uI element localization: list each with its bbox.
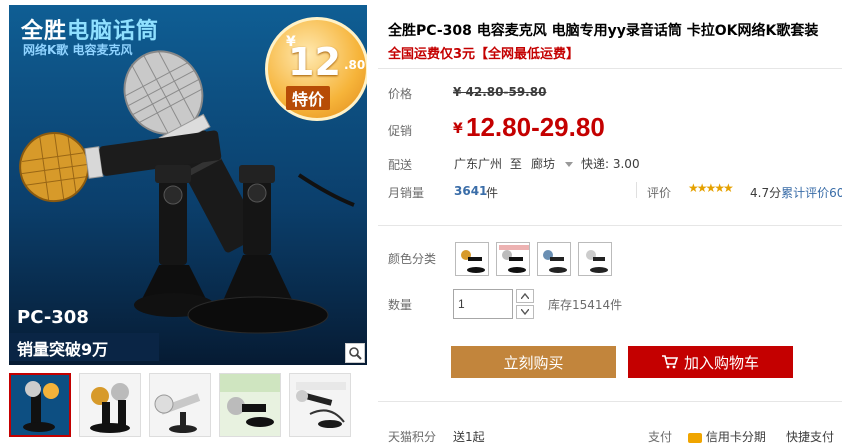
promo-currency: ¥ — [453, 121, 463, 137]
color-option-3[interactable] — [537, 242, 571, 276]
cart-icon — [661, 355, 678, 369]
quick-pay[interactable]: 快捷支付 — [786, 428, 834, 445]
thumbnail-strip — [9, 373, 351, 437]
review-label: 评价 — [647, 186, 672, 200]
monthly-sales-count: 3641 — [454, 184, 488, 198]
product-title: 全胜PC-308 电容麦克风 电脑专用yy录音话筒 卡拉OK网络K歌套装 — [388, 23, 819, 39]
thumbnail-5[interactable] — [289, 373, 351, 437]
original-price: ¥ 42.80-59.80 — [453, 85, 547, 99]
badge-tag: 特价 — [286, 86, 331, 110]
badge-price: 12 — [288, 40, 341, 84]
credit-installment[interactable]: 信用卡分期 — [688, 428, 766, 445]
main-product-image[interactable]: 全胜电脑话筒 网络K歌 电容麦克风 ¥ 12 .80 特价 PC-308 销量突… — [9, 5, 367, 365]
divider — [378, 401, 842, 402]
credit-installment-label: 信用卡分期 — [705, 430, 766, 444]
express-fee: 快递: 3.00 — [581, 157, 640, 171]
monthly-sales-unit: 件 — [486, 186, 499, 200]
ship-to-word: 至 — [509, 157, 522, 171]
color-label: 颜色分类 — [388, 252, 437, 266]
quantity-decrease-button[interactable] — [516, 305, 534, 319]
quantity-input[interactable] — [453, 289, 513, 319]
credit-card-icon — [688, 432, 702, 443]
rating-score: 4.7分 — [750, 186, 782, 200]
ship-from-text: 广东广州 — [454, 157, 503, 171]
shipping-label: 配送 — [388, 158, 413, 172]
chevron-down-icon — [564, 162, 573, 167]
color-option-1[interactable] — [455, 242, 489, 276]
quantity-label: 数量 — [388, 298, 413, 312]
color-swatches — [455, 242, 612, 276]
promo-label: 促销 — [388, 124, 413, 138]
model-label: PC-308 — [17, 307, 89, 328]
stock-count: 库存15414件 — [548, 298, 623, 312]
divider — [378, 68, 842, 69]
monthly-sales-label: 月销量 — [388, 186, 425, 200]
quantity-increase-button[interactable] — [516, 289, 534, 303]
color-option-4[interactable] — [578, 242, 612, 276]
color-option-2[interactable] — [496, 242, 530, 276]
thumbnail-4[interactable] — [219, 373, 281, 437]
price-label: 价格 — [388, 87, 413, 101]
thumbnail-1[interactable] — [9, 373, 71, 437]
badge-decimal: .80 — [344, 58, 366, 72]
points-label: 天猫积分 — [388, 430, 437, 444]
destination-text: 廊坊 — [531, 157, 556, 171]
promo-price: 12.80-29.80 — [466, 112, 605, 142]
product-page: 全胜电脑话筒 网络K歌 电容麦克风 ¥ 12 .80 特价 PC-308 销量突… — [0, 0, 842, 446]
divider — [378, 225, 842, 226]
points-value: 送1起 — [453, 430, 485, 444]
thumbnail-3[interactable] — [149, 373, 211, 437]
sales-banner: 销量突破9万 — [9, 333, 159, 361]
payment-label: 支付 — [648, 430, 673, 444]
rating-summary[interactable]: 4.7分累计评价60 — [750, 184, 842, 201]
ship-from: 广东广州 至 — [454, 155, 522, 172]
star-rating-icon: ★★★★★ — [688, 181, 734, 195]
add-to-cart-label: 加入购物车 — [683, 353, 759, 372]
divider — [636, 182, 637, 198]
add-to-cart-button[interactable]: 加入购物车 — [628, 346, 793, 378]
magnifier-icon[interactable] — [345, 343, 365, 363]
thumbnail-2[interactable] — [79, 373, 141, 437]
price-badge: ¥ 12 .80 特价 — [265, 17, 367, 121]
cumulative-reviews-link[interactable]: 累计评价60 — [781, 186, 842, 200]
shipping-promo: 全国运费仅3元【全网最低运费】 — [388, 47, 580, 62]
buy-now-button[interactable]: 立刻购买 — [451, 346, 616, 378]
destination-select[interactable]: 廊坊 — [531, 155, 573, 172]
